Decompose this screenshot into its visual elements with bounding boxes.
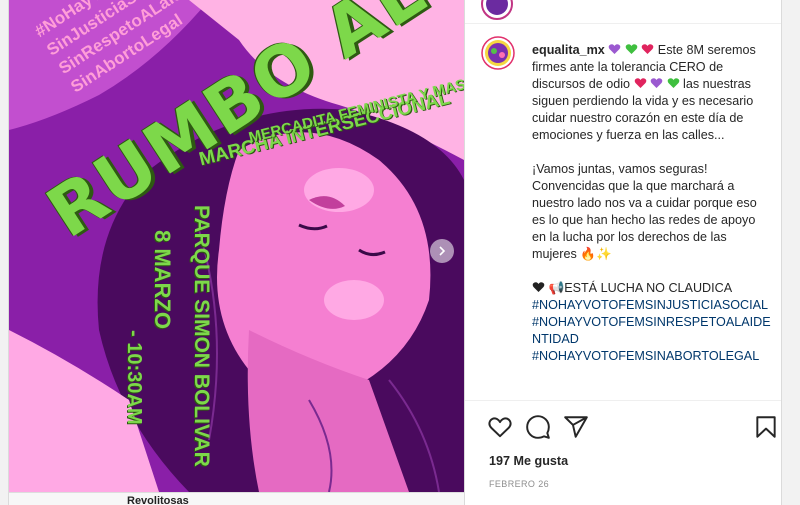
hashtag-link[interactable]: #NOHAYVOTOFEMSINJUSTICIASOCIAL — [532, 297, 772, 314]
broken-heart-icon — [634, 78, 646, 88]
sparkles-icon: ✨ — [595, 247, 612, 261]
hashtag-link[interactable]: #NOHAYVOTOFEMSINABORTOLEGAL — [532, 348, 772, 365]
green-heart-icon — [667, 78, 679, 88]
bookmark-icon[interactable] — [753, 414, 779, 440]
mending-heart-icon — [641, 44, 654, 54]
comment-icon[interactable] — [525, 414, 551, 440]
caption-line: ESTÁ LUCHA NO CLAUDICA — [564, 281, 733, 295]
megaphone-icon: 📢 — [548, 281, 565, 295]
carousel-next-button[interactable] — [430, 239, 454, 263]
post-date: FEBRERO 26 — [489, 479, 550, 489]
purple-heart-icon — [608, 44, 621, 54]
hashtag-link[interactable]: #NOHAYVOTOFEMSINRESPETOALAIDENTIDAD — [532, 314, 772, 348]
instagram-post-modal: #NoHayVotoFems SinJusticiaSocial SinResp… — [8, 0, 782, 505]
caption-username[interactable]: equalita_mx — [532, 43, 605, 57]
likes-count[interactable]: 197 Me gusta — [489, 454, 568, 468]
heart-outline-icon[interactable] — [487, 414, 513, 440]
post-actions — [465, 400, 781, 450]
fire-icon: 🔥 — [580, 247, 596, 261]
poster-footer-brand: Revolitosas — [127, 495, 189, 505]
poster-place: PARQUE SIMON BOLIVAR — [190, 205, 213, 467]
post-header — [465, 0, 781, 24]
caption-line: ¡Vamos juntas, vamos seguras! Convencida… — [532, 162, 757, 261]
poster-time: - 10:30AM — [123, 330, 145, 425]
cheek-highlight — [324, 280, 384, 320]
send-icon[interactable] — [563, 414, 589, 440]
post-image: #NoHayVotoFems SinJusticiaSocial SinResp… — [9, 0, 464, 492]
purple-heart-icon — [650, 78, 663, 88]
chevron-right-icon — [439, 246, 446, 256]
black-heart-icon — [532, 282, 545, 292]
poster-date: 8 MARZO — [150, 230, 175, 329]
poster-footer-strip: Revolitosas — [9, 492, 464, 505]
avatar[interactable] — [481, 36, 515, 70]
caption-text: equalita_mx Este 8M seremos firmes ante … — [532, 42, 772, 365]
avatar[interactable] — [481, 0, 513, 20]
green-heart-icon — [625, 44, 638, 54]
post-side-panel: equalita_mx Este 8M seremos firmes ante … — [464, 0, 781, 505]
post-caption: equalita_mx Este 8M seremos firmes ante … — [481, 36, 777, 398]
